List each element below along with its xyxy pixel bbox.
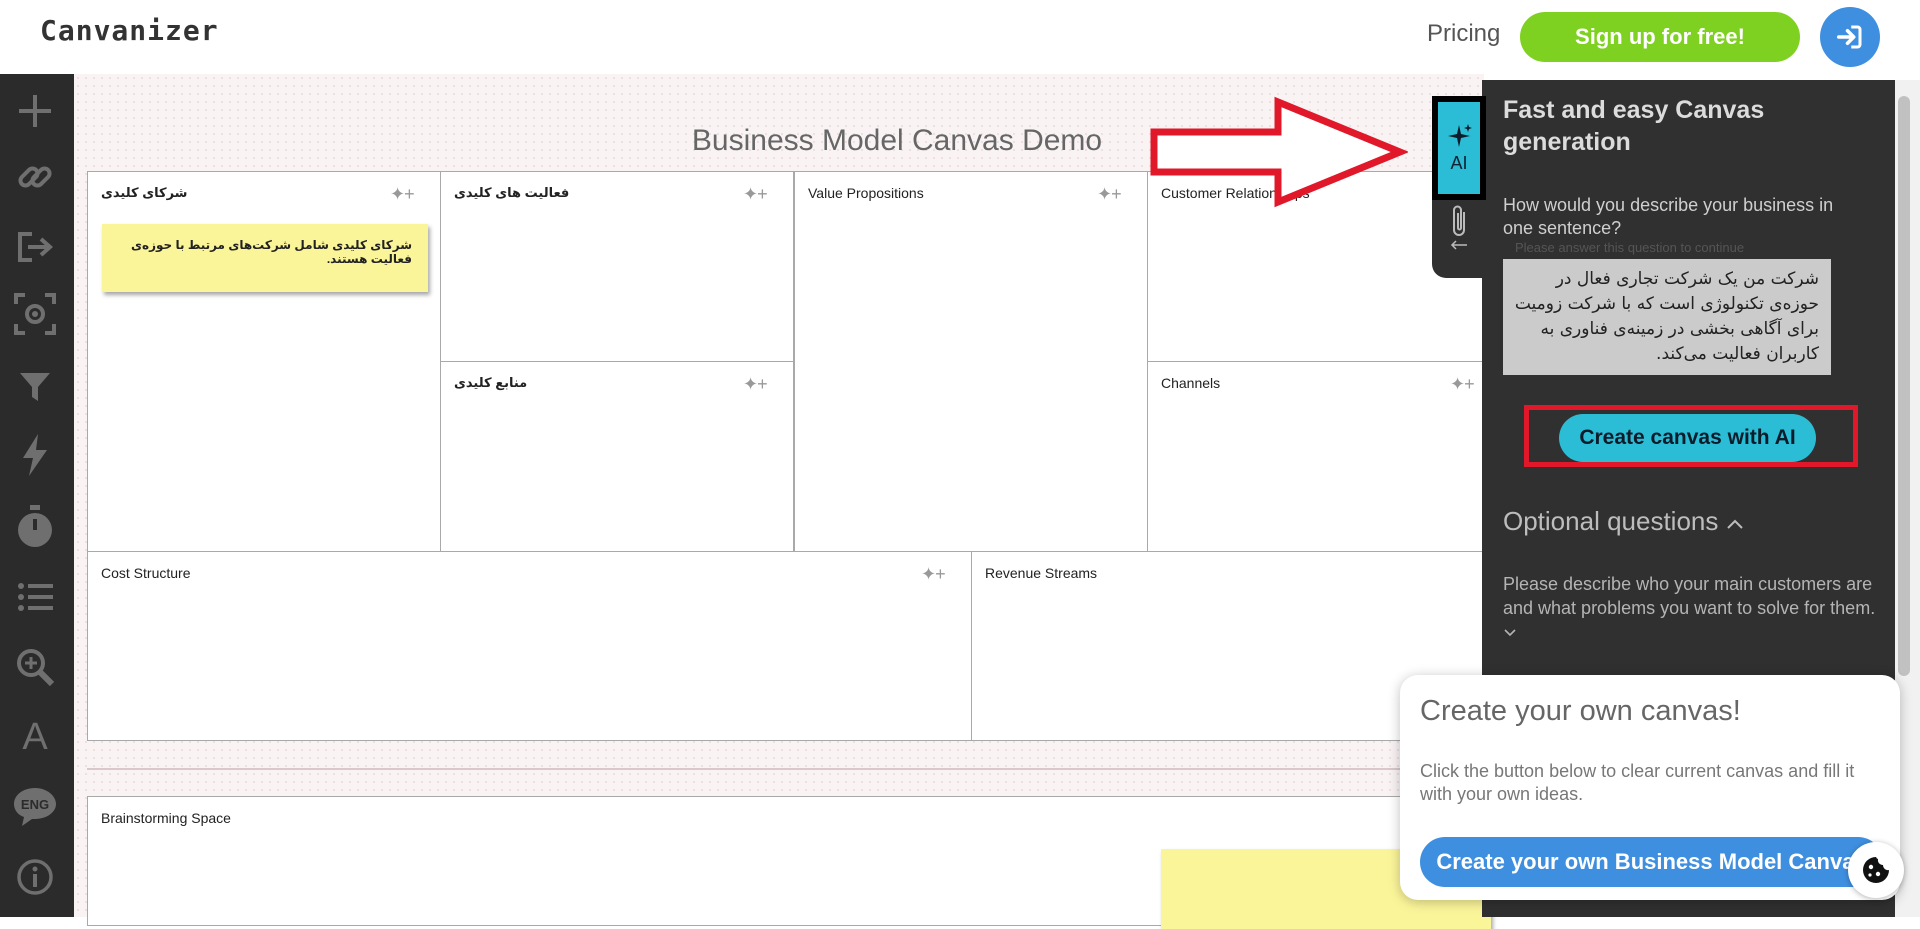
sticky-note[interactable]: شرکای کلیدی شامل شرکت‌های مرتبط با حوزه‌… <box>102 224 428 292</box>
paperclip-icon <box>1453 205 1465 236</box>
add-note-icon[interactable]: ✦+ <box>390 184 415 205</box>
pricing-link[interactable]: Pricing <box>1427 20 1500 48</box>
panel-question: How would you describe your business in … <box>1503 195 1834 238</box>
box-value-propositions[interactable]: Value Propositions ✦+ <box>794 171 1148 552</box>
zoom-icon[interactable] <box>12 644 58 690</box>
login-icon <box>1837 25 1862 49</box>
divider <box>87 768 1487 770</box>
top-bar: Canvanizer Pricing Sign up for free! <box>0 0 1920 74</box>
optional-question-item[interactable]: Please describe who your main customers … <box>1503 572 1883 644</box>
attachment-tab[interactable] <box>1442 204 1476 258</box>
signup-button[interactable]: Sign up for free! <box>1520 12 1800 62</box>
list-icon[interactable] <box>12 574 58 620</box>
add-note-icon[interactable]: ✦+ <box>743 374 768 395</box>
panel-hint: Please answer this question to continue <box>1515 240 1745 255</box>
box-cost-structure[interactable]: Cost Structure ✦+ <box>87 551 972 741</box>
language-label: ENG <box>21 797 49 812</box>
sparkle-icon <box>1448 123 1472 147</box>
popup-text: Click the button below to clear current … <box>1420 761 1855 804</box>
cookie-icon <box>1863 857 1889 883</box>
box-title: Cost Structure <box>101 565 191 581</box>
language-icon[interactable]: ENG <box>12 784 58 830</box>
create-own-canvas-button[interactable]: Create your own Business Model Canvas <box>1420 837 1883 887</box>
box-title: Value Propositions <box>808 185 924 201</box>
optional-question-text: Please describe who your main customers … <box>1503 574 1876 618</box>
box-title: Channels <box>1161 375 1221 391</box>
add-icon[interactable] <box>12 88 58 134</box>
optional-questions-toggle[interactable]: Optional questions <box>1503 506 1744 537</box>
filter-icon[interactable] <box>12 364 58 410</box>
link-icon[interactable] <box>12 154 58 200</box>
focus-icon[interactable] <box>12 291 58 337</box>
box-title: Customer Relationships <box>1161 185 1310 201</box>
box-title: فعالیت های کلیدی <box>454 185 570 200</box>
business-description-field[interactable]: شرکت من یک شرکت تجاری فعال در حوزه‌ی تکن… <box>1503 259 1831 375</box>
arrow-left-icon <box>1450 240 1467 250</box>
tool-sidebar: A ENG <box>0 74 74 917</box>
logo[interactable]: Canvanizer <box>40 14 219 47</box>
login-button[interactable] <box>1820 7 1880 67</box>
add-note-icon[interactable]: ✦+ <box>921 564 946 585</box>
create-canvas-ai-button[interactable]: Create canvas with AI <box>1559 414 1816 462</box>
box-key-resources[interactable]: منابع کلیدی ✦+ <box>440 361 794 552</box>
info-icon[interactable] <box>12 854 58 900</box>
export-icon[interactable] <box>12 224 58 270</box>
box-channels[interactable]: Channels ✦+ <box>1147 361 1487 552</box>
box-title: منابع کلیدی <box>454 375 528 390</box>
chevron-up-icon <box>1726 519 1743 529</box>
add-note-icon[interactable]: ✦+ <box>1450 374 1475 395</box>
box-key-partners[interactable]: شرکای کلیدی ✦+ شرکای کلیدی شامل شرکت‌های… <box>87 171 441 552</box>
lightning-icon[interactable] <box>12 432 58 478</box>
box-title: Brainstorming Space <box>101 810 231 826</box>
add-note-icon[interactable]: ✦+ <box>743 184 768 205</box>
font-icon[interactable]: A <box>12 714 58 760</box>
popup-heading: Create your own canvas! <box>1420 695 1741 727</box>
cookie-settings-button[interactable] <box>1848 842 1904 898</box>
panel-heading: Fast and easy Canvas generation <box>1503 96 1765 156</box>
chevron-down-icon <box>1504 629 1516 637</box>
box-title: شرکای کلیدی <box>101 185 188 200</box>
timer-icon[interactable] <box>12 504 58 550</box>
ai-tab[interactable]: AI <box>1432 96 1486 200</box>
ai-tab-label: AI <box>1450 152 1468 173</box>
box-title: Revenue Streams <box>985 565 1098 581</box>
optional-heading: Optional questions <box>1503 506 1719 536</box>
create-canvas-popup: Create your own canvas! Click the button… <box>1400 675 1900 900</box>
panel-scroll-thumb[interactable] <box>1898 96 1910 676</box>
add-note-icon[interactable]: ✦+ <box>1097 184 1122 205</box>
box-key-activities[interactable]: فعالیت های کلیدی ✦+ <box>440 171 794 362</box>
box-brainstorming[interactable]: Brainstorming Space <box>87 796 1491 929</box>
